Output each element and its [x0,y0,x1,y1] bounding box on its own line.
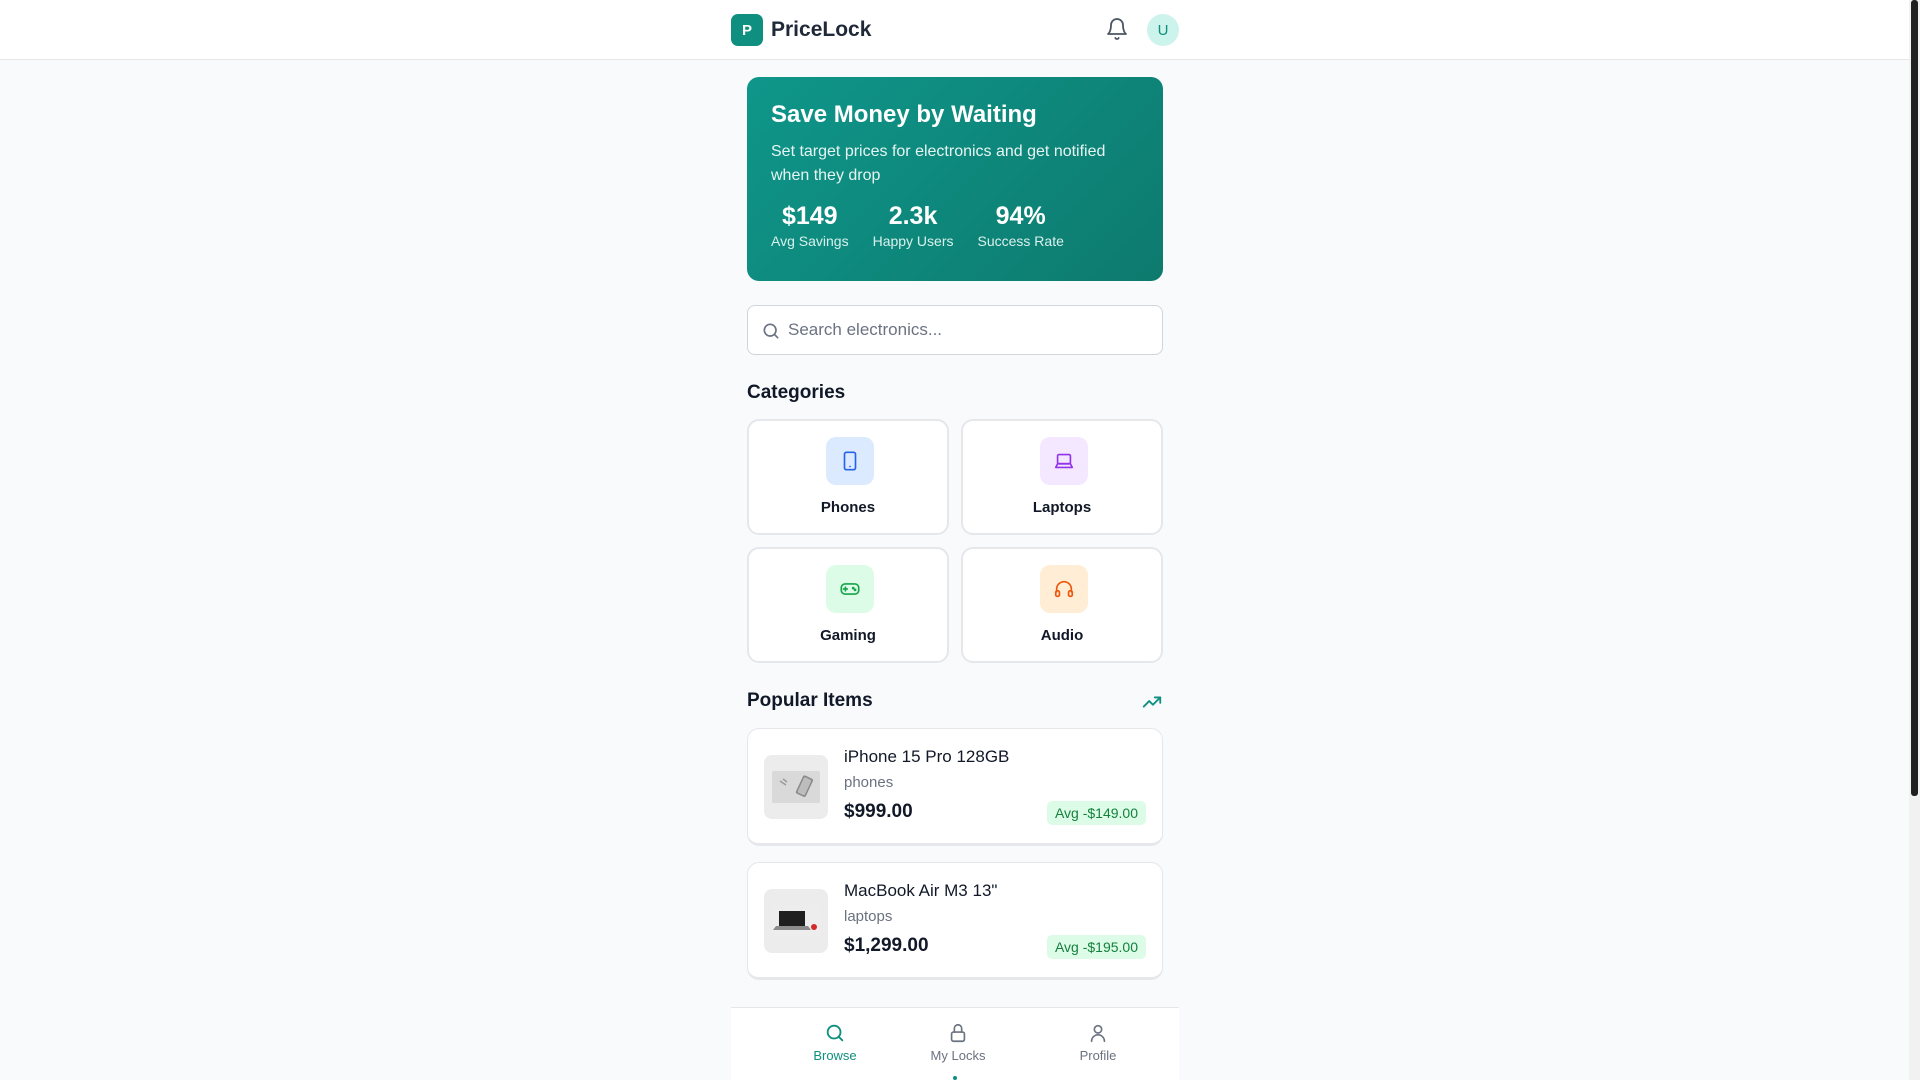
nav-label: Browse [813,1048,857,1063]
product-image [764,755,828,819]
gamepad-icon [826,565,874,613]
nav-label: Profile [1079,1048,1117,1063]
app-name: PriceLock [771,18,872,41]
nav-label: My Locks [930,1048,986,1063]
category-laptops[interactable]: Laptops [961,419,1163,535]
stat-avg-savings: $149 Avg Savings [771,202,849,249]
hero-banner: Save Money by Waiting Set target prices … [747,77,1163,281]
list-item[interactable]: iPhone 15 Pro 128GB phones $999.00 Avg -… [747,728,1163,846]
savings-badge: Avg -$195.00 [1046,935,1146,959]
search-input[interactable] [788,306,1148,354]
product-category: laptops [844,908,893,925]
category-label: Gaming [820,627,876,644]
savings-badge: Avg -$149.00 [1046,801,1146,825]
hero-title: Save Money by Waiting [771,101,1037,128]
headphones-icon [1040,565,1088,613]
scrollbar-thumb[interactable] [1911,0,1918,796]
search-icon [826,1024,844,1042]
category-phones[interactable]: Phones [747,419,949,535]
nav-my-locks[interactable]: My Locks [913,1022,1003,1063]
scroll-indicator-dot [953,1076,957,1080]
nav-profile[interactable]: Profile [1053,1022,1143,1063]
stat-label: Happy Users [872,232,954,249]
category-audio[interactable]: Audio [961,547,1163,663]
category-label: Audio [1040,627,1084,644]
hero-stats: $149 Avg Savings 2.3k Happy Users 94% Su… [771,202,1139,249]
product-name: iPhone 15 Pro 128GB [844,747,1010,766]
categories-title: Categories [747,382,846,403]
search-icon [763,323,779,339]
laptop-icon [1040,437,1088,485]
brand[interactable]: P PriceLock [731,14,871,46]
stat-value: 94% [995,201,1046,230]
bottom-nav: Browse My Locks Profile [731,1007,1179,1080]
stat-success-rate: 94% Success Rate [978,202,1064,249]
search-box[interactable] [747,305,1163,355]
brand-logo: P [731,14,763,46]
stat-value: 2.3k [888,201,938,230]
product-price: $1,299.00 [844,935,929,956]
stat-label: Avg Savings [771,232,849,249]
trending-up-icon[interactable] [1141,691,1163,713]
category-gaming[interactable]: Gaming [747,547,949,663]
list-item[interactable]: MacBook Air M3 13" laptops $1,299.00 Avg… [747,862,1163,980]
smartphone-icon [826,437,874,485]
category-label: Phones [820,499,876,516]
popular-items-title: Popular Items [747,690,873,711]
lock-icon [950,1023,966,1043]
top-bar: P PriceLock U [0,0,1909,60]
avatar[interactable]: U [1147,14,1179,46]
nav-browse[interactable]: Browse [790,1022,880,1063]
user-icon [1090,1024,1106,1043]
product-category: phones [844,774,894,791]
product-name: MacBook Air M3 13" [844,881,998,900]
stat-value: $149 [781,201,838,230]
bell-icon[interactable] [1105,17,1129,41]
category-label: Laptops [1032,499,1092,516]
stat-label: Success Rate [977,232,1064,249]
product-price: $999.00 [844,801,913,822]
stat-happy-users: 2.3k Happy Users [873,202,954,249]
product-image [764,889,828,953]
hero-subtitle: Set target prices for electronics and ge… [771,142,1106,184]
